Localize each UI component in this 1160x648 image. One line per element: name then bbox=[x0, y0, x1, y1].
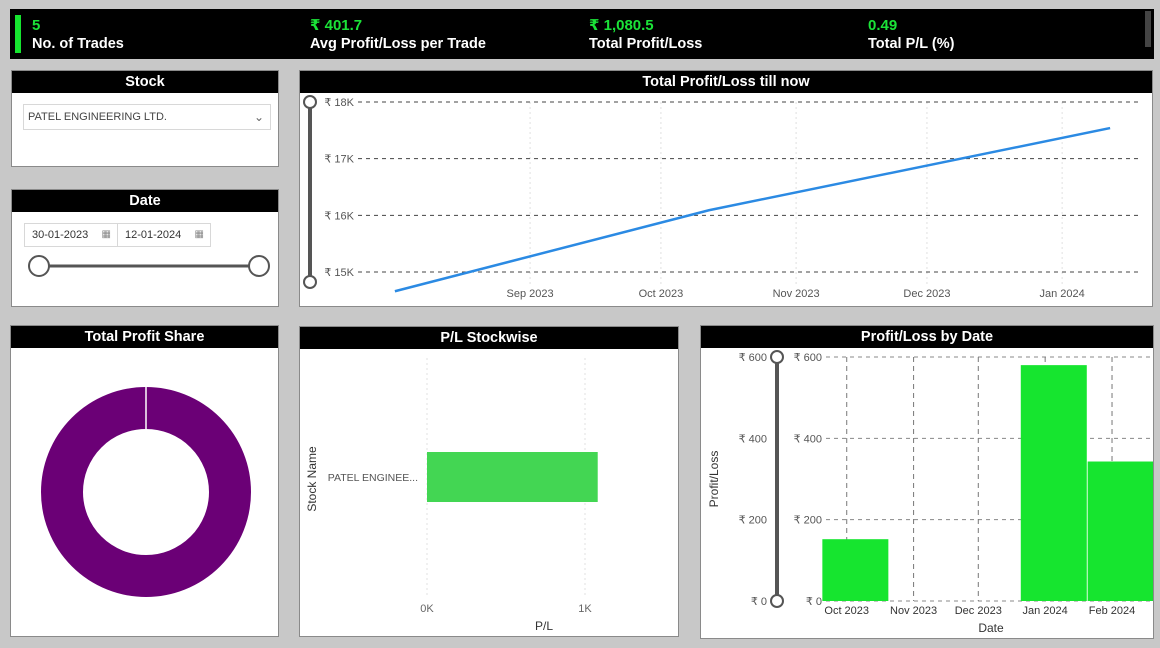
kpi-avg-pl: ₹ 401.7 Avg Profit/Loss per Trade bbox=[310, 16, 486, 54]
y-category-label: PATEL ENGINEE... bbox=[328, 472, 418, 484]
y-range-slider-bottom-handle[interactable] bbox=[303, 275, 317, 289]
x-tick-label: 0K bbox=[420, 603, 434, 615]
pl-stockwise-chart: P/L Stockwise 0K 1K PATEL ENGINEE... P/L Sto… bbox=[299, 326, 679, 637]
kpi-trades-value: 5 bbox=[32, 17, 41, 34]
x-tick-label: Sep 2023 bbox=[507, 288, 554, 300]
pl-date-bar bbox=[1020, 365, 1087, 601]
y-tick-label: ₹ 200 bbox=[794, 515, 822, 527]
stockwise-bar bbox=[427, 452, 598, 502]
x-tick-label: Feb 2024 bbox=[1089, 605, 1135, 617]
y-tick-label: ₹ 0 bbox=[806, 596, 822, 608]
x-tick-label: Jan 2024 bbox=[1040, 288, 1085, 300]
kpi-avg-pl-value: ₹ 401.7 bbox=[310, 17, 363, 34]
kpi-banner: 5 No. of Trades ₹ 401.7 Avg Profit/Loss … bbox=[10, 9, 1154, 59]
line-chart-title: Total Profit/Loss till now bbox=[300, 71, 1152, 93]
calendar-icon[interactable]: ▦ bbox=[195, 224, 204, 246]
date-range-slider[interactable] bbox=[12, 252, 278, 302]
pl-series-line bbox=[394, 126, 1111, 293]
donut-chart-title: Total Profit Share bbox=[11, 326, 278, 348]
kpi-total-pl-pct-value: 0.49 bbox=[868, 17, 898, 34]
x-tick-label: Nov 2023 bbox=[773, 288, 820, 300]
line-chart-svg: Sep 2023 Oct 2023 Nov 2023 Dec 2023 Jan 2024… bbox=[303, 95, 1140, 300]
kpi-total-pl-pct: 0.49 Total P/L (%) bbox=[868, 16, 954, 54]
y-tick-label: ₹ 400 bbox=[794, 433, 822, 445]
date-start-value: 30-01-2023 bbox=[32, 229, 89, 241]
pl-date-bar bbox=[1087, 461, 1153, 601]
pl-date-bar bbox=[822, 539, 889, 601]
stock-dropdown-value: PATEL ENGINEERING LTD. bbox=[28, 111, 167, 123]
calendar-icon[interactable]: ▦ bbox=[102, 224, 111, 246]
donut-slice bbox=[41, 387, 251, 597]
y-range-slider-bottom-handle[interactable] bbox=[770, 594, 784, 608]
stock-slicer-title: Stock bbox=[12, 71, 278, 93]
y-tick-label: ₹ 16K bbox=[324, 210, 354, 222]
chevron-down-icon: ⌄ bbox=[253, 110, 264, 124]
slider-tick-label: ₹ 0 bbox=[751, 596, 767, 608]
pl-by-date-chart: Profit/Loss by Date ₹ 600 ₹ 600 ₹ 400 ₹ 400… bbox=[700, 325, 1154, 639]
y-range-slider-top-handle[interactable] bbox=[303, 95, 317, 109]
y-tick-label: ₹ 18K bbox=[324, 97, 354, 109]
slider-tick-label: ₹ 600 bbox=[739, 352, 767, 364]
donut-chart-svg bbox=[41, 387, 251, 597]
slider-tick-label: ₹ 400 bbox=[739, 433, 767, 445]
x-axis-title: P/L bbox=[535, 619, 553, 633]
y-axis-title: Stock Name bbox=[305, 446, 319, 512]
kpi-avg-pl-label: Avg Profit/Loss per Trade bbox=[310, 36, 486, 52]
stock-dropdown[interactable]: PATEL ENGINEERING LTD. ⌄ bbox=[23, 104, 271, 130]
slider-tick-label: ₹ 200 bbox=[739, 515, 767, 527]
pl-by-date-svg: ₹ 600₹ 600₹ 400₹ 400₹ 200₹ 200₹ 0₹ 0Oct … bbox=[707, 350, 1153, 635]
x-axis-title: Date bbox=[978, 621, 1004, 635]
stockwise-chart-svg: 0K 1K PATEL ENGINEE... P/L Stock Name bbox=[305, 358, 598, 633]
pl-by-date-title: Profit/Loss by Date bbox=[701, 326, 1153, 348]
y-tick-label: ₹ 15K bbox=[324, 267, 354, 279]
y-axis-title: Profit/Loss bbox=[707, 451, 721, 508]
date-end-input[interactable]: 12-01-2024 ▦ bbox=[117, 223, 211, 247]
date-start-input[interactable]: 30-01-2023 ▦ bbox=[24, 223, 118, 247]
x-tick-label: Oct 2023 bbox=[824, 605, 869, 617]
x-tick-label: Dec 2023 bbox=[903, 288, 950, 300]
x-tick-label: Nov 2023 bbox=[890, 605, 937, 617]
stock-slicer: Stock PATEL ENGINEERING LTD. ⌄ bbox=[11, 70, 279, 167]
date-slicer-title: Date bbox=[12, 190, 278, 212]
kpi-trades-label: No. of Trades bbox=[32, 36, 124, 52]
y-tick-label: ₹ 600 bbox=[794, 352, 822, 364]
date-slider-start-handle[interactable] bbox=[28, 255, 50, 277]
kpi-total-pl-pct-label: Total P/L (%) bbox=[868, 36, 955, 52]
kpi-total-pl-label: Total Profit/Loss bbox=[589, 36, 703, 52]
kpi-scrollbar[interactable] bbox=[1145, 11, 1151, 47]
date-slicer: Date 30-01-2023 ▦ 12-01-2024 ▦ bbox=[11, 189, 279, 307]
y-range-slider-top-handle[interactable] bbox=[770, 350, 784, 364]
kpi-total-pl-value: ₹ 1,080.5 bbox=[589, 17, 654, 34]
x-tick-label: 1K bbox=[578, 603, 592, 615]
kpi-total-pl: ₹ 1,080.5 Total Profit/Loss bbox=[589, 16, 702, 54]
kpi-accent-bar bbox=[15, 15, 21, 53]
x-tick-label: Oct 2023 bbox=[639, 288, 684, 300]
stockwise-chart-title: P/L Stockwise bbox=[300, 327, 678, 349]
x-tick-label: Jan 2024 bbox=[1023, 605, 1068, 617]
total-profit-share-chart: Total Profit Share bbox=[10, 325, 279, 637]
x-tick-label: Dec 2023 bbox=[955, 605, 1002, 617]
date-slider-end-handle[interactable] bbox=[248, 255, 270, 277]
date-end-value: 12-01-2024 bbox=[125, 229, 182, 241]
y-tick-label: ₹ 17K bbox=[324, 154, 354, 166]
total-pl-line-chart: Total Profit/Loss till now Sep 2023 Oct 2… bbox=[299, 70, 1153, 307]
kpi-trades: 5 No. of Trades bbox=[32, 16, 124, 54]
